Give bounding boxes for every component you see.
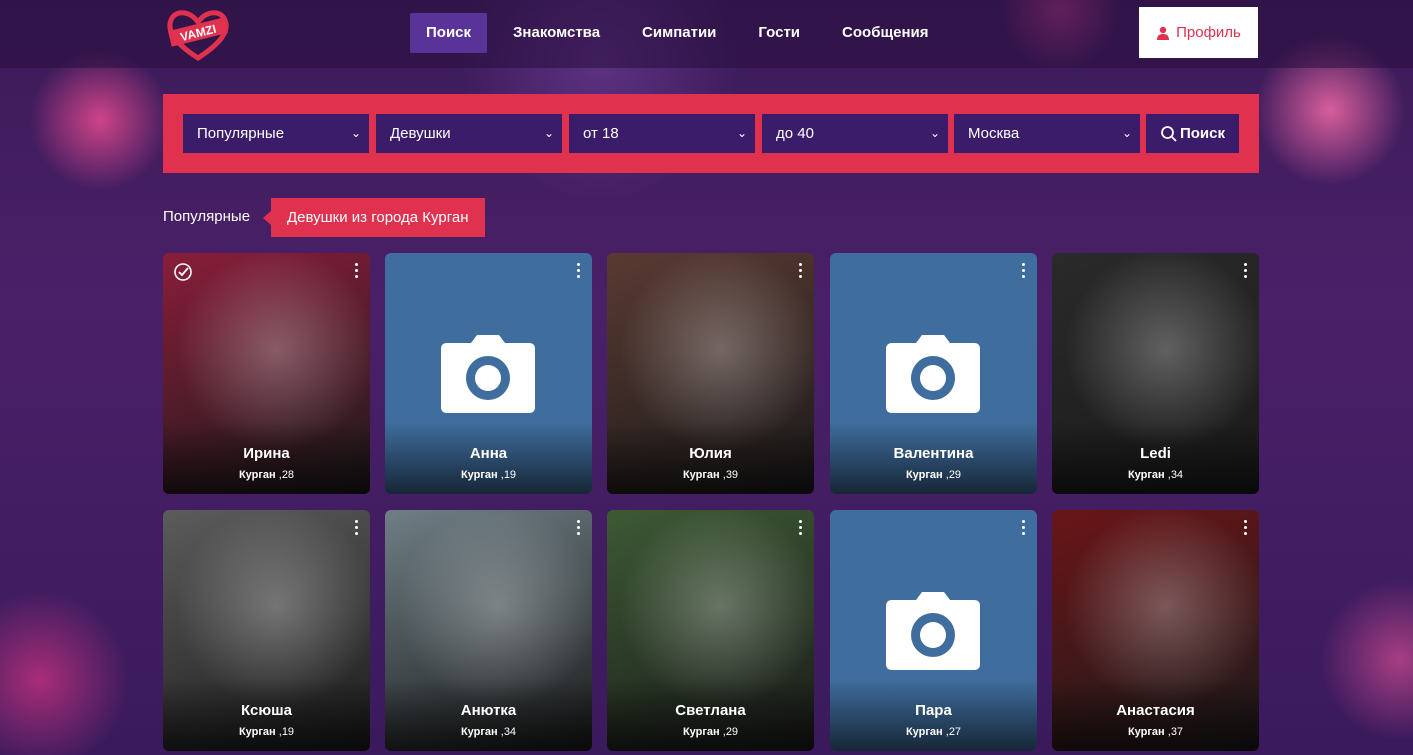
more-options-icon[interactable]: [796, 520, 804, 540]
nav-search[interactable]: Поиск: [410, 13, 488, 53]
profile-city: Курган: [905, 469, 943, 481]
more-options-icon[interactable]: [574, 263, 582, 283]
sort-select-value: Популярные: [197, 125, 285, 142]
profile-location-age: Курган ,34: [1052, 469, 1259, 481]
profile-city: Курган: [1127, 726, 1165, 738]
profile-card[interactable]: Юлия Курган ,39: [607, 253, 814, 494]
gender-select[interactable]: Девушки ⌄: [376, 114, 562, 153]
chevron-down-icon: ⌄: [736, 126, 747, 140]
sort-select[interactable]: Популярные ⌄: [183, 114, 369, 153]
more-options-icon[interactable]: [1019, 520, 1027, 540]
profile-city: Курган: [460, 726, 498, 738]
city-select[interactable]: Москва ⌄: [954, 114, 1140, 153]
profile-name: Валентина: [893, 445, 974, 462]
nav-dating[interactable]: Знакомства: [497, 13, 616, 53]
verified-check-icon: [174, 263, 192, 281]
profile-location-age: Курган ,34: [385, 726, 592, 738]
search-button[interactable]: Поиск: [1146, 114, 1239, 153]
profile-city: Курган: [460, 469, 498, 481]
svg-text:VAMZI: VAMZI: [179, 22, 218, 44]
profile-city: Курган: [682, 726, 720, 738]
profile-location-age: Курган ,27: [830, 726, 1037, 738]
gender-select-value: Девушки: [390, 125, 451, 142]
chevron-down-icon: ⌄: [543, 126, 554, 140]
profile-name: Пара: [915, 702, 952, 719]
search-icon: [1161, 125, 1177, 142]
profile-name: Ксюша: [241, 702, 292, 719]
user-icon: [1157, 26, 1170, 40]
age-from-select[interactable]: от 18 ⌄: [569, 114, 755, 153]
profile-card[interactable]: Ledi Курган ,34: [1052, 253, 1259, 494]
profile-name: Ledi: [1140, 445, 1171, 462]
main-nav: Поиск Знакомства Симпатии Гости Сообщени…: [410, 13, 955, 53]
profile-age: 39: [725, 469, 739, 481]
chevron-down-icon: ⌄: [1121, 126, 1132, 140]
profile-label: Профиль: [1176, 24, 1241, 41]
profile-card[interactable]: Анастасия Курган ,37: [1052, 510, 1259, 751]
profile-city: Курган: [238, 726, 276, 738]
search-button-label: Поиск: [1179, 125, 1225, 142]
more-options-icon[interactable]: [1241, 263, 1249, 283]
profile-age: 37: [1170, 726, 1184, 738]
chevron-down-icon: ⌄: [350, 126, 361, 140]
profile-card[interactable]: Ксюша Курган ,19: [163, 510, 370, 751]
profile-card[interactable]: Пара Курган ,27: [830, 510, 1037, 751]
camera-icon: [886, 335, 980, 413]
more-options-icon[interactable]: [1019, 263, 1027, 283]
age-from-select-value: от 18: [583, 125, 619, 142]
profile-name: Анютка: [460, 702, 517, 719]
more-options-icon[interactable]: [1241, 520, 1249, 540]
chevron-down-icon: ⌄: [929, 126, 940, 140]
breadcrumb-popular[interactable]: Популярные: [163, 208, 250, 225]
more-options-icon[interactable]: [796, 263, 804, 283]
profile-card[interactable]: Анна Курган ,19: [385, 253, 592, 494]
age-to-select[interactable]: до 40 ⌄: [762, 114, 948, 153]
profile-card[interactable]: Анютка Курган ,34: [385, 510, 592, 751]
profile-name: Анастасия: [1116, 702, 1195, 719]
heart-logo-icon: VAMZI: [167, 10, 229, 61]
profile-location-age: Курган ,39: [607, 469, 814, 481]
profile-location-age: Курган ,19: [163, 726, 370, 738]
profile-age: 27: [948, 726, 962, 738]
age-to-select-value: до 40: [776, 125, 814, 142]
top-bar: VAMZI Поиск Знакомства Симпатии Гости Со…: [0, 0, 1413, 68]
profile-card[interactable]: Валентина Курган ,29: [830, 253, 1037, 494]
profile-card[interactable]: Ирина Курган ,28: [163, 253, 370, 494]
profile-name: Анна: [469, 445, 508, 462]
profile-location-age: Курган ,37: [1052, 726, 1259, 738]
breadcrumb-current: Девушки из города Курган: [263, 198, 485, 237]
profile-city: Курган: [238, 469, 276, 481]
search-panel: Популярные ⌄ Девушки ⌄ от 18 ⌄ до 40 ⌄ М…: [163, 94, 1259, 173]
profile-age: 29: [948, 469, 962, 481]
nav-messages[interactable]: Сообщения: [826, 13, 944, 53]
nav-guests[interactable]: Гости: [742, 13, 816, 53]
profile-location-age: Курган ,19: [385, 469, 592, 481]
profile-card[interactable]: Светлана Курган ,29: [607, 510, 814, 751]
profile-name: Юлия: [689, 445, 732, 462]
profile-age: 19: [281, 726, 295, 738]
profile-button[interactable]: Профиль: [1139, 7, 1258, 58]
profile-location-age: Курган ,28: [163, 469, 370, 481]
profile-city: Курган: [905, 726, 943, 738]
more-options-icon[interactable]: [352, 520, 360, 540]
profile-age: 34: [1170, 469, 1184, 481]
city-select-value: Москва: [968, 125, 1020, 142]
profile-location-age: Курган ,29: [830, 469, 1037, 481]
camera-icon: [441, 335, 535, 413]
profile-city: Курган: [682, 469, 720, 481]
camera-icon: [886, 592, 980, 670]
vamzi-logo[interactable]: VAMZI: [163, 6, 233, 62]
profile-age: 29: [725, 726, 739, 738]
profile-name: Светлана: [675, 702, 746, 719]
more-options-icon[interactable]: [352, 263, 360, 283]
profile-location-age: Курган ,29: [607, 726, 814, 738]
profile-age: 34: [503, 726, 517, 738]
more-options-icon[interactable]: [574, 520, 582, 540]
profile-name: Ирина: [243, 445, 290, 462]
profile-city: Курган: [1127, 469, 1165, 481]
profile-age: 19: [503, 469, 517, 481]
nav-likes[interactable]: Симпатии: [626, 13, 732, 53]
profile-age: 28: [281, 469, 295, 481]
